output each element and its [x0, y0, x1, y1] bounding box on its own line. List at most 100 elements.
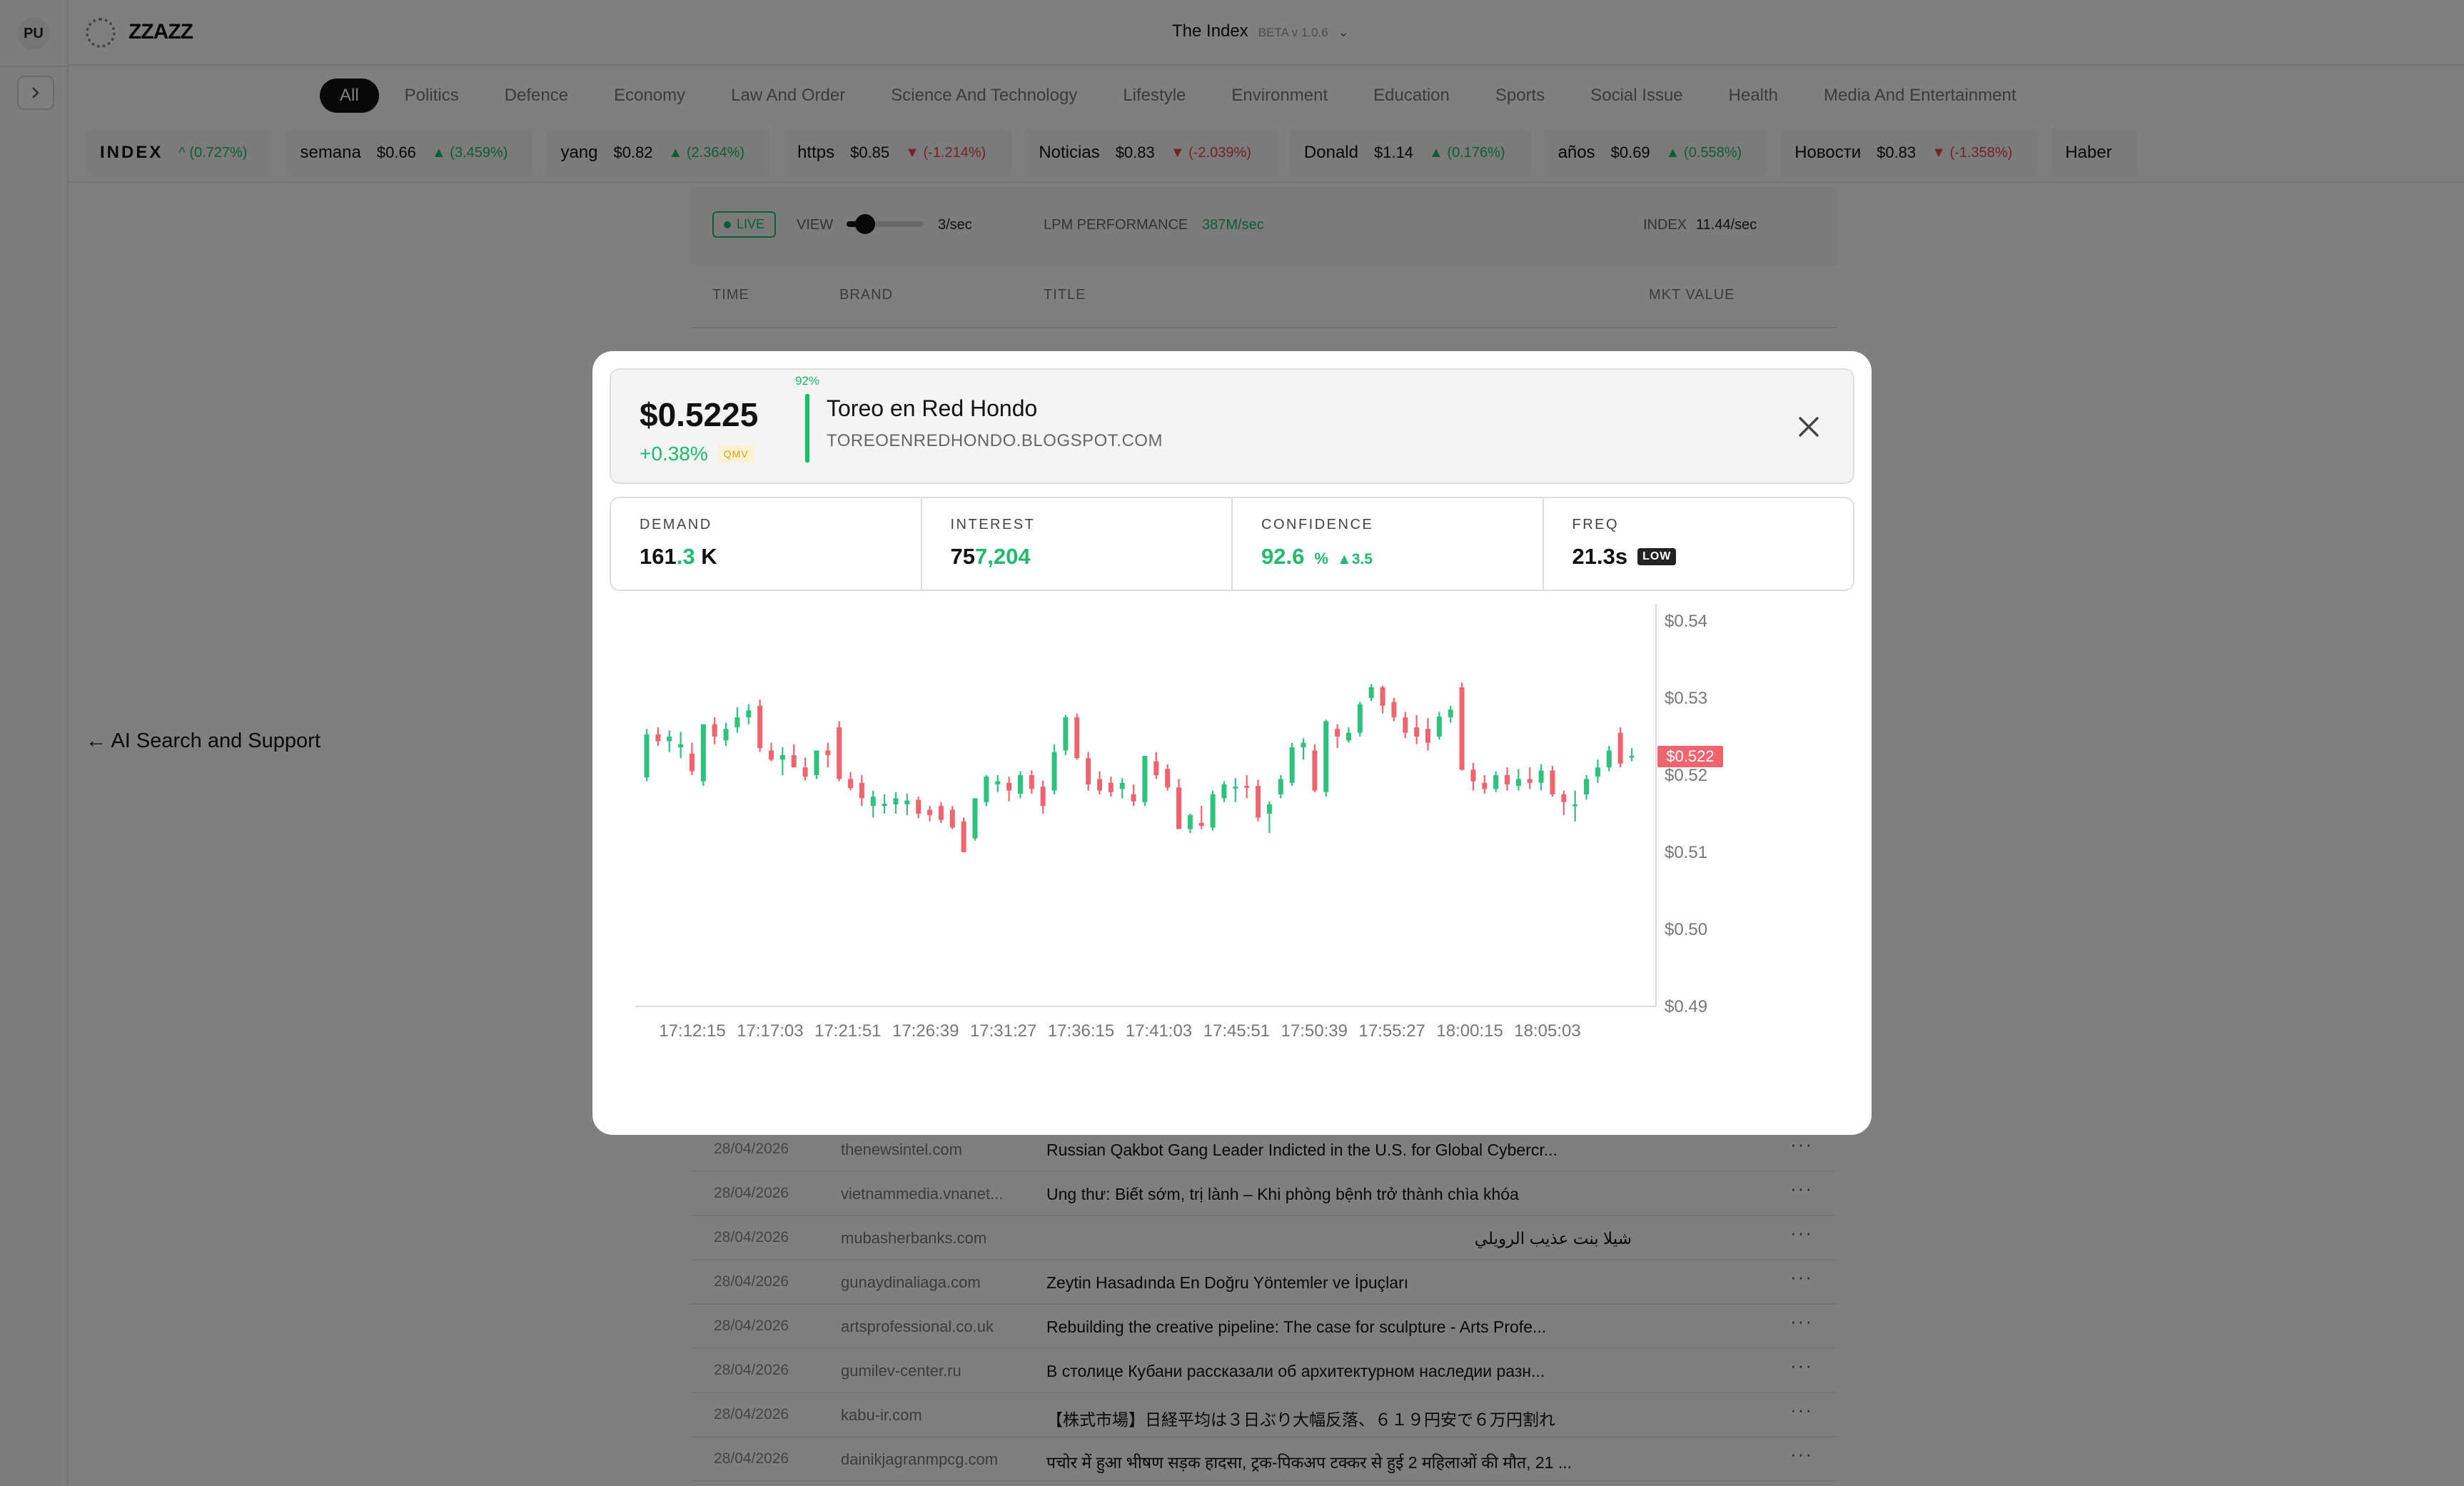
- demand-stat: DEMAND 161.3 K: [611, 498, 922, 590]
- candle-body: [757, 705, 763, 749]
- asset-title: Toreo en Red Hondo: [827, 395, 1038, 421]
- candle-body: [1436, 716, 1442, 737]
- demand-value: 161.3 K: [640, 544, 717, 570]
- candle-body: [859, 782, 864, 799]
- candle-body: [1482, 782, 1488, 789]
- x-tick-label: 17:36:15: [1048, 1021, 1114, 1041]
- y-tick-label: $0.51: [1665, 843, 1707, 862]
- x-tick-label: 18:05:03: [1514, 1021, 1580, 1041]
- x-tick-label: 17:45:51: [1203, 1021, 1270, 1041]
- candle-body: [1096, 779, 1102, 791]
- candle-body: [927, 809, 933, 816]
- candle-body: [1345, 732, 1351, 741]
- candle-body: [1040, 787, 1046, 807]
- candle-body: [1165, 769, 1171, 788]
- confidence-unit: %: [1314, 550, 1328, 567]
- candle-body: [848, 779, 854, 789]
- interest-value-head: 75: [950, 544, 975, 569]
- candle-body: [779, 754, 785, 760]
- interest-stat: INTEREST 75 7,204: [922, 498, 1233, 590]
- freq-value: 21.3s LOW: [1572, 544, 1677, 570]
- candle-body: [1357, 704, 1363, 733]
- confidence-number: 92.6: [1261, 544, 1305, 569]
- confidence-value: 92.6 % ▲3.5: [1261, 544, 1373, 570]
- x-tick-label: 17:55:27: [1358, 1021, 1425, 1041]
- candle-body: [1515, 779, 1521, 787]
- candle-body: [1051, 752, 1057, 791]
- candle-body: [1572, 804, 1578, 807]
- freq-level-badge: LOW: [1637, 548, 1677, 565]
- demand-value-unit: K: [695, 544, 717, 569]
- asset-price: $0.5225: [640, 396, 759, 433]
- candle-body: [1629, 756, 1635, 758]
- candle-body: [882, 803, 887, 807]
- candle-body: [1335, 729, 1340, 737]
- candle-body: [1550, 770, 1555, 794]
- candle-body: [1595, 767, 1600, 777]
- x-tick-label: 17:50:39: [1281, 1021, 1348, 1041]
- candle-body: [1266, 804, 1272, 814]
- candle-body: [1017, 775, 1023, 794]
- candle-body: [1538, 770, 1544, 783]
- candle-body: [1108, 782, 1114, 792]
- demand-value-frac: .3: [676, 544, 695, 569]
- candle-body: [995, 781, 1001, 784]
- close-button[interactable]: [1790, 408, 1827, 445]
- demand-label: DEMAND: [640, 517, 712, 532]
- price-chart[interactable]: $0.54 $0.53 $0.52 $0.51 $0.50 $0.49 17:12:15 17…: [610, 601, 1854, 1101]
- y-tick-label: $0.52: [1665, 766, 1707, 785]
- candle-body: [723, 729, 729, 741]
- candle-body: [1029, 775, 1034, 789]
- candle-body: [1312, 750, 1318, 791]
- x-tick-label: 17:17:03: [737, 1021, 803, 1041]
- candle-body: [1414, 727, 1420, 737]
- y-tick-label: $0.54: [1665, 612, 1707, 631]
- candle-body: [746, 710, 752, 717]
- confidence-delta: ▲3.5: [1336, 551, 1373, 567]
- candle-body: [1278, 779, 1283, 794]
- candle-body: [768, 750, 774, 760]
- candle-body: [1380, 687, 1385, 706]
- confidence-label: CONFIDENCE: [1261, 517, 1374, 532]
- candle-body: [655, 734, 661, 742]
- demand-value-int: 161: [640, 544, 677, 569]
- candle-body: [1584, 779, 1590, 794]
- asset-domain[interactable]: TOREOENREDHONDO.BLOGSPOT.COM: [827, 431, 1163, 451]
- freq-label: FREQ: [1572, 517, 1620, 532]
- last-price-label: $0.522: [1666, 747, 1714, 765]
- candle-body: [1006, 782, 1012, 791]
- candle-body: [734, 717, 740, 728]
- candle-body: [712, 724, 717, 737]
- candle-body: [1561, 794, 1567, 802]
- candle-body: [893, 798, 899, 805]
- confidence-stat: CONFIDENCE 92.6 % ▲3.5: [1233, 498, 1544, 590]
- modal-header: $0.5225 +0.38% QMV 92% Toreo en Red Hond…: [610, 368, 1854, 484]
- candle-body: [984, 777, 989, 802]
- candle-body: [1233, 787, 1238, 789]
- candle-body: [938, 806, 944, 820]
- candle-body: [1459, 687, 1465, 770]
- candle-body: [961, 821, 966, 852]
- candle-body: [802, 767, 808, 777]
- candle-body: [700, 724, 706, 782]
- candle-body: [1403, 717, 1408, 733]
- asset-change: +0.38% QMV: [640, 443, 754, 465]
- candle-body: [644, 734, 650, 778]
- x-tick-label: 17:21:51: [814, 1021, 881, 1041]
- candle-body: [1142, 756, 1148, 802]
- candle-body: [1448, 709, 1453, 717]
- candle-body: [1244, 786, 1250, 788]
- candle-body: [837, 727, 842, 779]
- candle-body: [916, 799, 922, 814]
- candle-body: [1153, 761, 1159, 775]
- change-value: +0.38%: [640, 443, 708, 465]
- candle-body: [1210, 794, 1216, 828]
- candle-body: [1289, 747, 1295, 783]
- candle-body: [1256, 786, 1261, 818]
- candlestick-chart-svg[interactable]: $0.54 $0.53 $0.52 $0.51 $0.50 $0.49 17:12:15 17…: [610, 601, 1854, 1101]
- close-icon: [1799, 417, 1819, 437]
- interest-value-tail: 7,204: [974, 544, 1031, 569]
- candle-body: [949, 809, 955, 828]
- x-tick-label: 17:31:27: [970, 1021, 1036, 1041]
- stats-row: DEMAND 161.3 K INTEREST 75 7,204 CONFIDEN…: [610, 497, 1854, 591]
